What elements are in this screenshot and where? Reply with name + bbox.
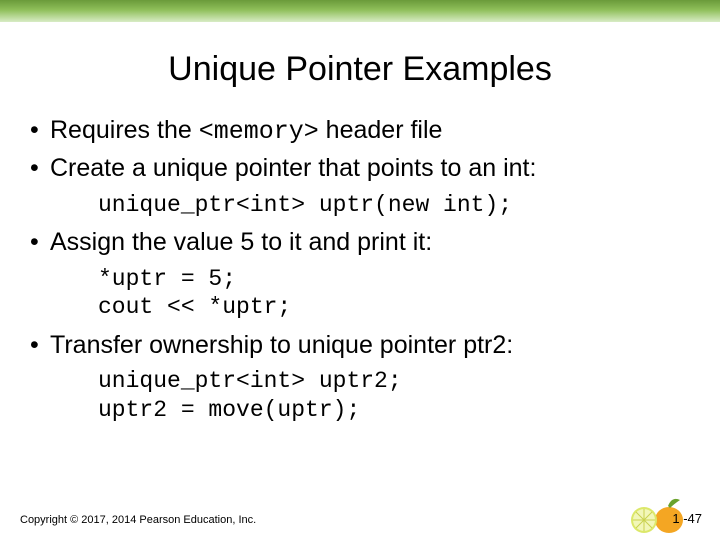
bullet-1-text-post: header file — [319, 116, 443, 144]
bullet-item-1: Requires the <memory> header file — [26, 115, 694, 147]
bullet-1-text-pre: Requires the — [50, 116, 199, 144]
bullet-3-text: Assign the value 5 to it and print it: — [50, 228, 432, 256]
bullet-item-4: Transfer ownership to unique pointer ptr… — [26, 330, 694, 361]
bullet-item-3: Assign the value 5 to it and print it: — [26, 227, 694, 258]
bullet-list: Requires the <memory> header file Create… — [26, 115, 694, 185]
slide-content: Unique Pointer Examples Requires the <me… — [0, 22, 720, 425]
bullet-4-text: Transfer ownership to unique pointer ptr… — [50, 331, 513, 359]
code-block-2: unique_ptr<int> uptr(new int); — [98, 191, 694, 220]
top-accent-bar — [0, 0, 720, 22]
bullet-list-4: Transfer ownership to unique pointer ptr… — [26, 330, 694, 361]
bullet-1-code: <memory> — [199, 117, 319, 146]
slide-title: Unique Pointer Examples — [26, 50, 694, 89]
bullet-2-text: Create a unique pointer that points to a… — [50, 154, 536, 182]
page-number: 1 -47 — [672, 511, 702, 526]
bullet-list-3: Assign the value 5 to it and print it: — [26, 227, 694, 258]
code-block-3: *uptr = 5; cout << *uptr; — [98, 265, 694, 323]
code-block-4: unique_ptr<int> uptr2; uptr2 = move(uptr… — [98, 367, 694, 425]
bullet-item-2: Create a unique pointer that points to a… — [26, 153, 694, 184]
copyright-footer: Copyright © 2017, 2014 Pearson Education… — [20, 514, 256, 526]
